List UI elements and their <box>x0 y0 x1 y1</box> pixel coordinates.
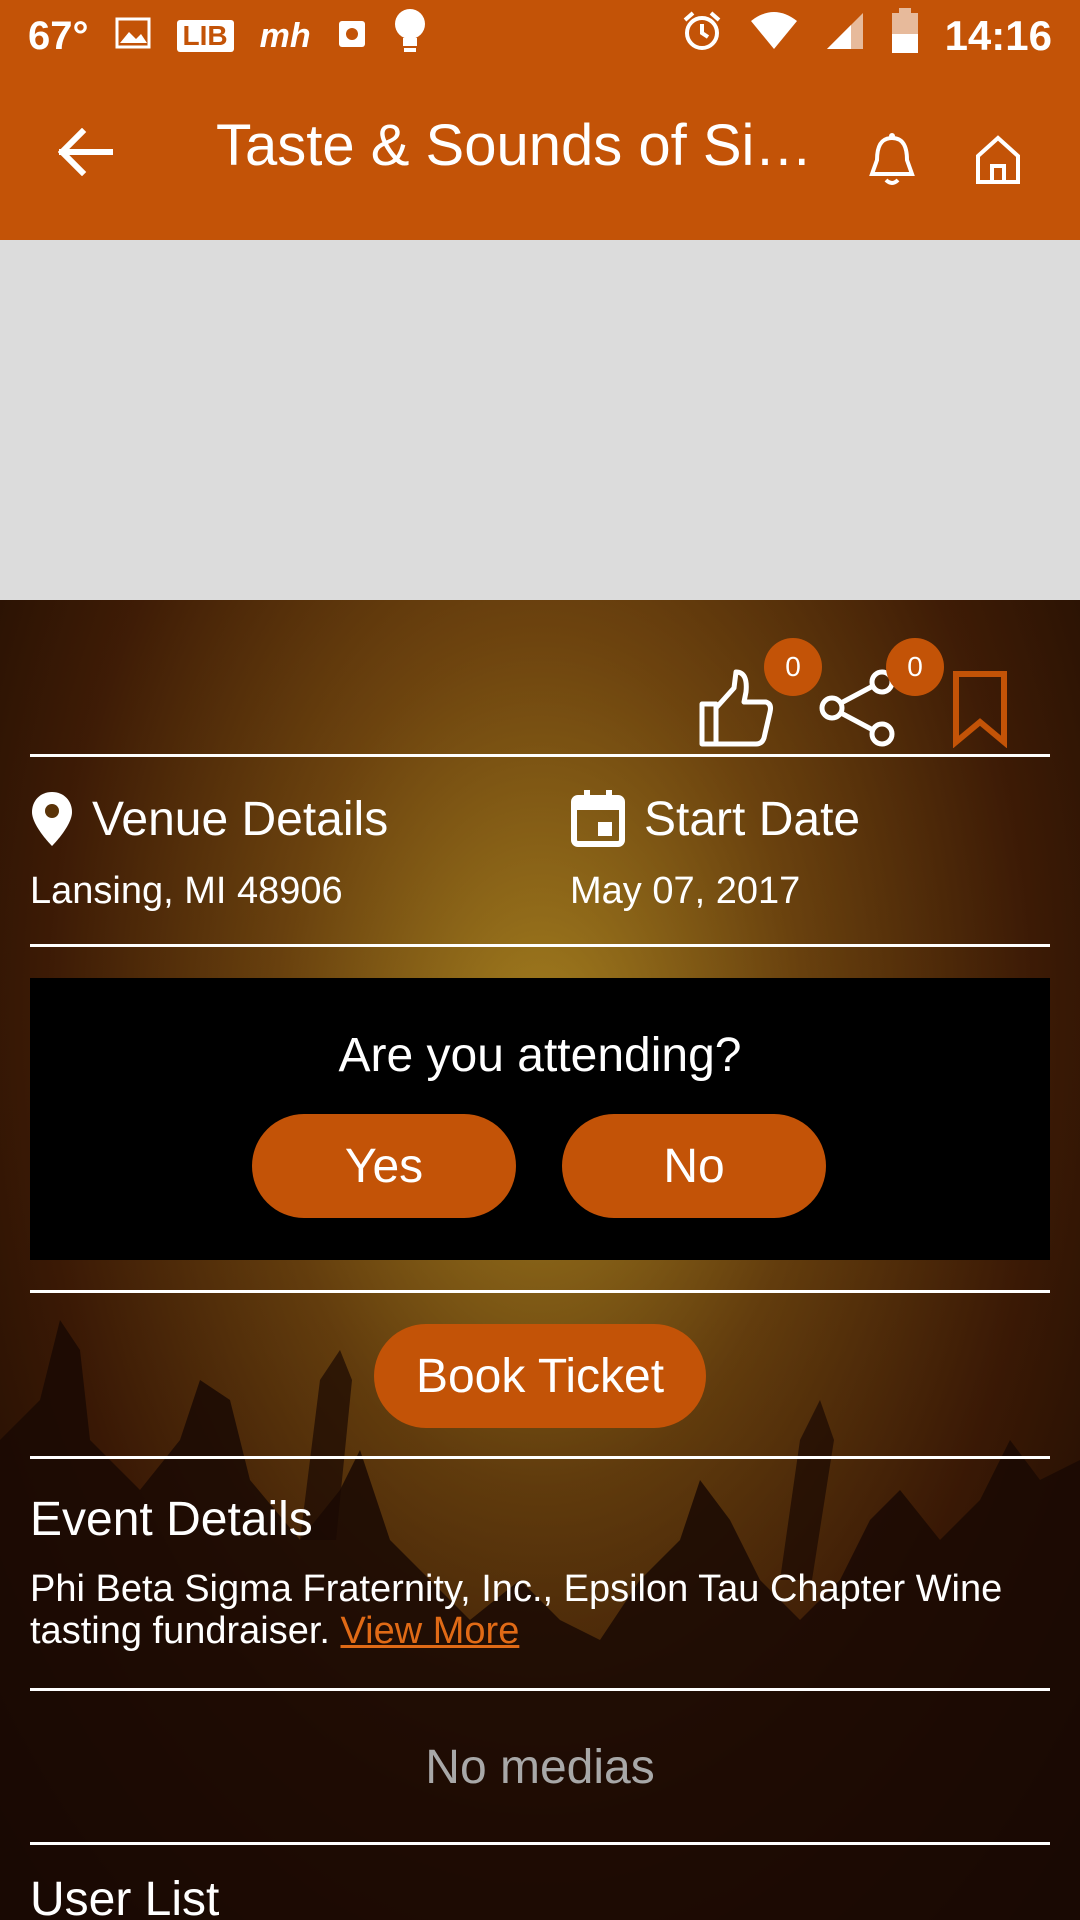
venue-label: Venue Details <box>92 792 389 846</box>
bulb-icon <box>393 8 427 64</box>
like-count-badge: 0 <box>764 638 822 696</box>
event-banner-image <box>0 240 1080 600</box>
app-bar: Taste & Sounds of Si… <box>0 72 1080 240</box>
user-list-title: User List <box>30 1873 220 1920</box>
divider <box>30 754 1050 757</box>
calendar-icon <box>571 790 625 847</box>
divider <box>30 1456 1050 1459</box>
home-icon <box>976 135 1020 184</box>
like-button[interactable]: 0 <box>696 638 822 748</box>
arrow-left-icon <box>58 128 113 176</box>
location-pin-icon <box>32 792 72 846</box>
event-content: 0 0 Venue Details Lansing, MI 48906 Star… <box>0 600 1080 1920</box>
bell-icon <box>869 133 915 185</box>
divider <box>30 1842 1050 1845</box>
bookmark-button[interactable] <box>940 668 1020 749</box>
start-date: Start Date May 07, 2017 <box>570 790 860 913</box>
alarm-icon <box>681 10 723 62</box>
event-details-text: Phi Beta Sigma Fraternity, Inc., Epsilon… <box>30 1568 1050 1652</box>
wifi-icon <box>749 11 799 61</box>
divider <box>30 1290 1050 1293</box>
attendance-question: Are you attending? <box>338 1029 742 1082</box>
square-icon <box>337 14 367 59</box>
no-button[interactable]: No <box>562 1114 826 1218</box>
mh-icon: mh <box>259 16 311 55</box>
start-date-label: Start Date <box>644 792 861 846</box>
lib-icon: LIB <box>176 20 234 52</box>
book-ticket-button[interactable]: Book Ticket <box>374 1324 706 1428</box>
clock: 14:16 <box>944 12 1052 59</box>
image-icon <box>115 14 151 59</box>
status-left: 67° LIB mh <box>28 8 427 64</box>
share-icon <box>819 669 895 747</box>
battery-icon <box>891 8 919 64</box>
status-bar: 67° LIB mh 14:16 <box>0 0 1080 72</box>
status-right: 14:16 <box>681 8 1052 64</box>
page-title: Taste & Sounds of Si… <box>216 113 813 178</box>
event-actions: 0 0 <box>696 628 1020 749</box>
view-more-link[interactable]: View More <box>341 1610 520 1652</box>
event-details-title: Event Details <box>30 1493 313 1546</box>
yes-button[interactable]: Yes <box>252 1114 516 1218</box>
share-count-badge: 0 <box>886 638 944 696</box>
divider <box>30 944 1050 947</box>
venue-details: Venue Details Lansing, MI 48906 <box>30 790 388 913</box>
back-button[interactable] <box>46 122 126 182</box>
start-date-value: May 07, 2017 <box>570 870 801 912</box>
divider <box>30 1688 1050 1691</box>
notifications-button[interactable] <box>862 130 922 190</box>
share-button[interactable]: 0 <box>818 638 944 748</box>
bookmark-icon <box>953 671 1007 749</box>
attendance-prompt: Are you attending? Yes No <box>30 978 1050 1260</box>
home-button[interactable] <box>970 130 1026 190</box>
venue-value: Lansing, MI 48906 <box>30 870 343 912</box>
no-media-text: No medias <box>425 1741 655 1794</box>
temperature: 67° <box>28 13 89 58</box>
signal-icon <box>825 11 865 61</box>
thumbs-up-icon <box>699 669 773 747</box>
